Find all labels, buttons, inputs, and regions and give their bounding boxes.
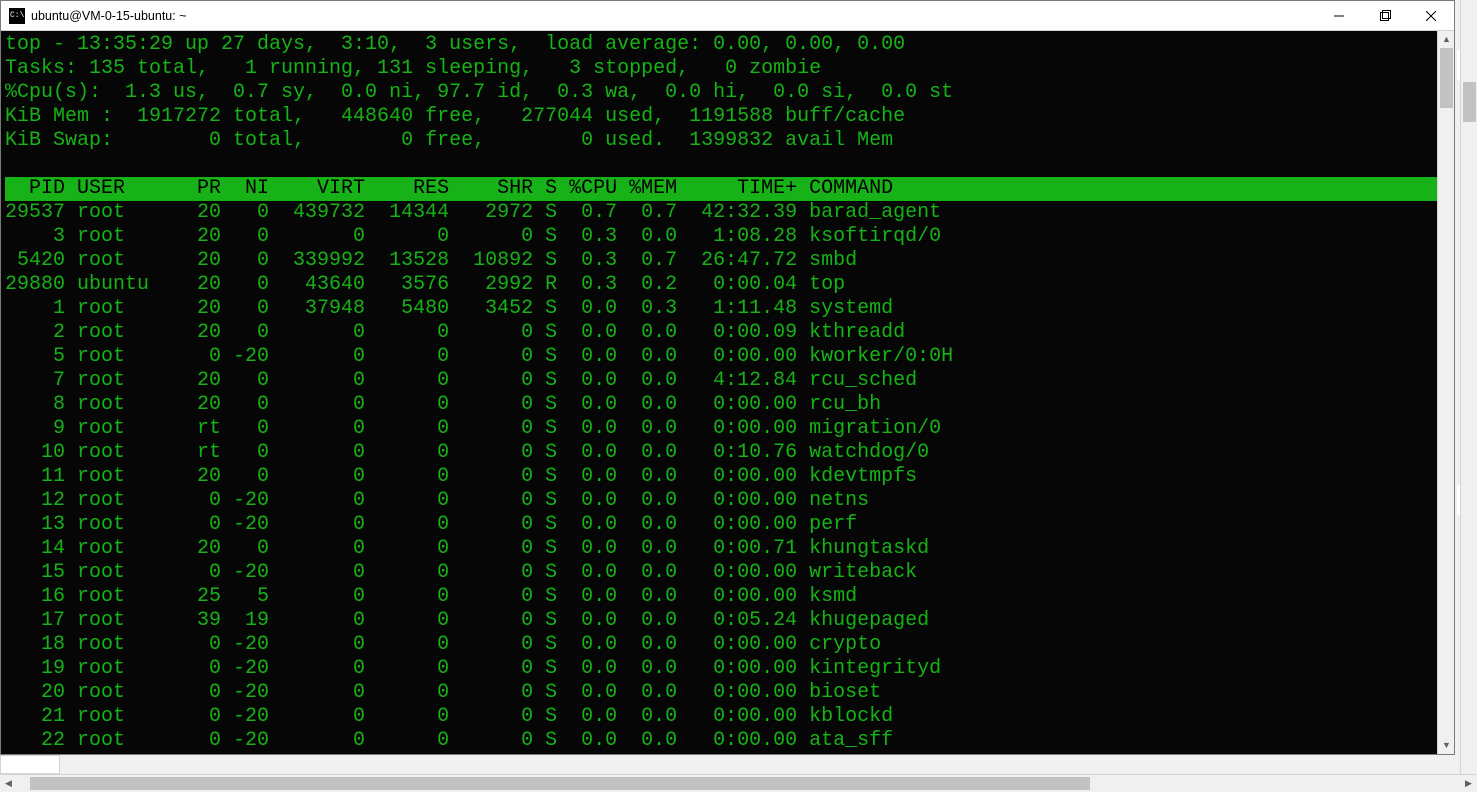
minimize-icon [1334,11,1344,21]
process-row: 18 root 0 -20 0 0 0 S 0.0 0.0 0:00.00 cr… [5,633,881,656]
scrollbar-thumb[interactable] [1463,82,1476,122]
scroll-up-button[interactable]: ▲ [1438,31,1455,48]
close-button[interactable] [1408,1,1454,30]
process-row: 12 root 0 -20 0 0 0 S 0.0 0.0 0:00.00 ne… [5,489,869,512]
process-row: 29880 ubuntu 20 0 43640 3576 2992 R 0.3 … [5,273,845,296]
process-row: 9 root rt 0 0 0 0 S 0.0 0.0 0:00.00 migr… [5,417,941,440]
process-row: 8 root 20 0 0 0 0 S 0.0 0.0 0:00.00 rcu_… [5,393,881,416]
top-summary-uptime: top - 13:35:29 up 27 days, 3:10, 3 users… [5,33,905,56]
close-icon [1426,11,1436,21]
process-row: 16 root 25 5 0 0 0 S 0.0 0.0 0:00.00 ksm… [5,585,857,608]
process-row: 3 root 20 0 0 0 0 S 0.3 0.0 1:08.28 ksof… [5,225,941,248]
process-row: 7 root 20 0 0 0 0 S 0.0 0.0 4:12.84 rcu_… [5,369,917,392]
process-table-header: PID USER PR NI VIRT RES SHR S %CPU %MEM … [5,177,1437,201]
terminal-vertical-scrollbar[interactable]: ▲ ▼ [1437,31,1454,754]
cmd-icon [9,8,25,24]
process-row: 13 root 0 -20 0 0 0 S 0.0 0.0 0:00.00 pe… [5,513,857,536]
top-summary-tasks: Tasks: 135 total, 1 running, 131 sleepin… [5,57,821,80]
process-row: 5420 root 20 0 339992 13528 10892 S 0.3 … [5,249,857,272]
scroll-down-button[interactable]: ▼ [1438,737,1455,754]
host-tab-strip[interactable] [0,755,60,774]
window-title: ubuntu@VM-0-15-ubuntu: ~ [31,9,1316,23]
page-horizontal-scrollbar[interactable]: ◀ ▶ [0,774,1477,791]
scroll-left-button[interactable]: ◀ [0,775,17,792]
terminal-output[interactable]: top - 13:35:29 up 27 days, 3:10, 3 users… [1,31,1437,754]
process-row: 20 root 0 -20 0 0 0 S 0.0 0.0 0:00.00 bi… [5,681,881,704]
terminal-window: ubuntu@VM-0-15-ubuntu: ~ top - 13:35:29 … [0,0,1455,755]
maximize-icon [1380,10,1391,21]
process-row: 10 root rt 0 0 0 0 S 0.0 0.0 0:10.76 wat… [5,441,929,464]
process-row: 17 root 39 19 0 0 0 S 0.0 0.0 0:05.24 kh… [5,609,929,632]
scrollbar-thumb[interactable] [1440,48,1453,108]
minimize-button[interactable] [1316,1,1362,30]
process-row: 15 root 0 -20 0 0 0 S 0.0 0.0 0:00.00 wr… [5,561,917,584]
window-controls [1316,1,1454,30]
process-row: 22 root 0 -20 0 0 0 S 0.0 0.0 0:00.00 at… [5,729,893,752]
process-row: 11 root 20 0 0 0 0 S 0.0 0.0 0:00.00 kde… [5,465,917,488]
top-summary-cpu: %Cpu(s): 1.3 us, 0.7 sy, 0.0 ni, 97.7 id… [5,81,953,104]
maximize-button[interactable] [1362,1,1408,30]
window-titlebar[interactable]: ubuntu@VM-0-15-ubuntu: ~ [1,1,1454,31]
process-row: 29537 root 20 0 439732 14344 2972 S 0.7 … [5,201,941,224]
process-row: 2 root 20 0 0 0 0 S 0.0 0.0 0:00.09 kthr… [5,321,905,344]
top-summary-mem: KiB Mem : 1917272 total, 448640 free, 27… [5,105,905,128]
top-summary-swap: KiB Swap: 0 total, 0 free, 0 used. 13998… [5,129,893,152]
scroll-right-button[interactable]: ▶ [1460,775,1477,792]
process-row: 1 root 20 0 37948 5480 3452 S 0.0 0.3 1:… [5,297,893,320]
process-row: 5 root 0 -20 0 0 0 S 0.0 0.0 0:00.00 kwo… [5,345,953,368]
page-vertical-scrollbar[interactable] [1460,0,1477,774]
process-row: 14 root 20 0 0 0 0 S 0.0 0.0 0:00.71 khu… [5,537,929,560]
scrollbar-thumb[interactable] [30,777,1090,790]
process-row: 21 root 0 -20 0 0 0 S 0.0 0.0 0:00.00 kb… [5,705,893,728]
process-row: 19 root 0 -20 0 0 0 S 0.0 0.0 0:00.00 ki… [5,657,941,680]
